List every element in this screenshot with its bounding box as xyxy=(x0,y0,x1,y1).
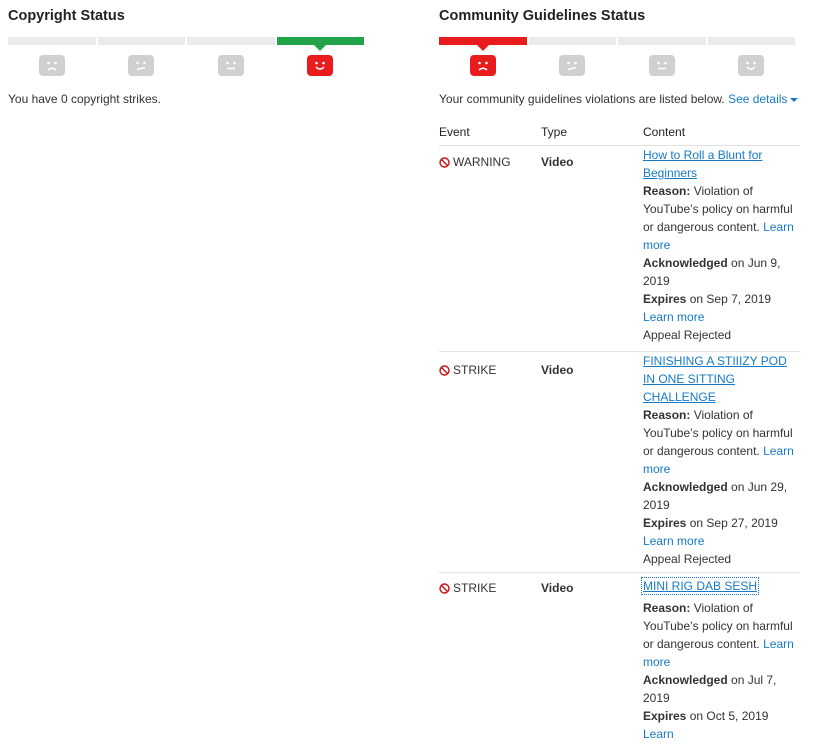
expires-date: on Sep 27, 2019 xyxy=(690,516,778,530)
meter-segment-1 xyxy=(8,37,96,45)
column-header-content: Content xyxy=(643,119,800,146)
reason-label: Reason: xyxy=(643,601,690,615)
video-title-link[interactable]: FINISHING A STIIIZY POD IN ONE SITTING C… xyxy=(643,354,787,404)
video-title-link[interactable]: How to Roll a Blunt for Beginners xyxy=(643,148,762,180)
content-cell: MINI RIG DAB SESH Reason: Violation of Y… xyxy=(643,573,800,747)
event-text: WARNING xyxy=(453,155,511,169)
learn-more-link[interactable]: Learn more xyxy=(643,310,704,324)
confused-face-icon xyxy=(559,55,585,76)
copyright-face-icons xyxy=(8,55,364,77)
copyright-strike-meter xyxy=(8,37,364,45)
reason-label: Reason: xyxy=(643,184,690,198)
meter-segment-1-active xyxy=(439,37,527,45)
see-details-link[interactable]: See details xyxy=(728,92,798,106)
expires-label: Expires xyxy=(643,709,686,723)
learn-more-link[interactable]: Learn more xyxy=(643,534,704,548)
neutral-face-icon xyxy=(218,55,244,76)
table-row: STRIKE Video FINISHING A STIIIZY POD IN … xyxy=(439,352,800,573)
smile-face-icon xyxy=(307,55,333,76)
table-row: WARNING Video How to Roll a Blunt for Be… xyxy=(439,146,800,352)
type-text: Video xyxy=(541,581,573,595)
frown-face-icon xyxy=(470,55,496,76)
acknowledged-label: Acknowledged xyxy=(643,256,728,270)
event-label: STRIKE xyxy=(439,581,496,595)
appeal-status: Appeal Rejected xyxy=(643,328,731,342)
copyright-status-title: Copyright Status xyxy=(8,8,125,24)
expires-date: on Sep 7, 2019 xyxy=(690,292,771,306)
type-text: Video xyxy=(541,363,573,377)
meter-pointer xyxy=(477,45,489,51)
acknowledged-label: Acknowledged xyxy=(643,673,728,687)
community-status-text: Your community guidelines violations are… xyxy=(439,92,798,106)
prohibited-icon xyxy=(439,365,450,376)
expires-date: on Oct 5, 2019 xyxy=(690,709,769,723)
type-cell: Video xyxy=(541,146,643,352)
community-status-title: Community Guidelines Status xyxy=(439,8,645,24)
meter-segment-3 xyxy=(618,37,706,45)
table-row: STRIKE Video MINI RIG DAB SESH Reason: V… xyxy=(439,573,800,747)
reason-label: Reason: xyxy=(643,408,690,422)
expires-label: Expires xyxy=(643,292,686,306)
smile-face-icon xyxy=(738,55,764,76)
event-label: WARNING xyxy=(439,155,511,169)
expires-label: Expires xyxy=(643,516,686,530)
copyright-status-text: You have 0 copyright strikes. xyxy=(8,92,161,106)
event-text: STRIKE xyxy=(453,363,496,377)
frown-face-icon xyxy=(39,55,65,76)
table-header-row: Event Type Content xyxy=(439,119,800,146)
event-cell: STRIKE xyxy=(439,352,541,573)
type-cell: Video xyxy=(541,573,643,747)
meter-pointer xyxy=(314,45,326,51)
type-text: Video xyxy=(541,155,573,169)
type-cell: Video xyxy=(541,352,643,573)
meter-segment-4 xyxy=(708,37,796,45)
event-text: STRIKE xyxy=(453,581,496,595)
learn-more-link[interactable]: Learn xyxy=(643,727,674,741)
confused-face-icon xyxy=(128,55,154,76)
violations-table: Event Type Content WARNING Video How to … xyxy=(439,119,800,747)
appeal-status: Appeal Rejected xyxy=(643,552,731,566)
video-title-link[interactable]: MINI RIG DAB SESH xyxy=(643,579,757,593)
neutral-face-icon xyxy=(649,55,675,76)
event-cell: WARNING xyxy=(439,146,541,352)
community-face-icons xyxy=(439,55,795,77)
meter-segment-3 xyxy=(187,37,275,45)
meter-segment-4-active xyxy=(277,37,365,45)
column-header-event: Event xyxy=(439,119,541,146)
community-strike-meter xyxy=(439,37,795,45)
event-cell: STRIKE xyxy=(439,573,541,747)
prohibited-icon xyxy=(439,583,450,594)
content-cell: How to Roll a Blunt for Beginners Reason… xyxy=(643,146,800,352)
community-status-message: Your community guidelines violations are… xyxy=(439,92,725,106)
content-cell: FINISHING A STIIIZY POD IN ONE SITTING C… xyxy=(643,352,800,573)
meter-segment-2 xyxy=(529,37,617,45)
column-header-type: Type xyxy=(541,119,643,146)
caret-down-icon xyxy=(790,98,798,102)
prohibited-icon xyxy=(439,157,450,168)
acknowledged-label: Acknowledged xyxy=(643,480,728,494)
event-label: STRIKE xyxy=(439,363,496,377)
see-details-label: See details xyxy=(728,92,787,106)
meter-segment-2 xyxy=(98,37,186,45)
